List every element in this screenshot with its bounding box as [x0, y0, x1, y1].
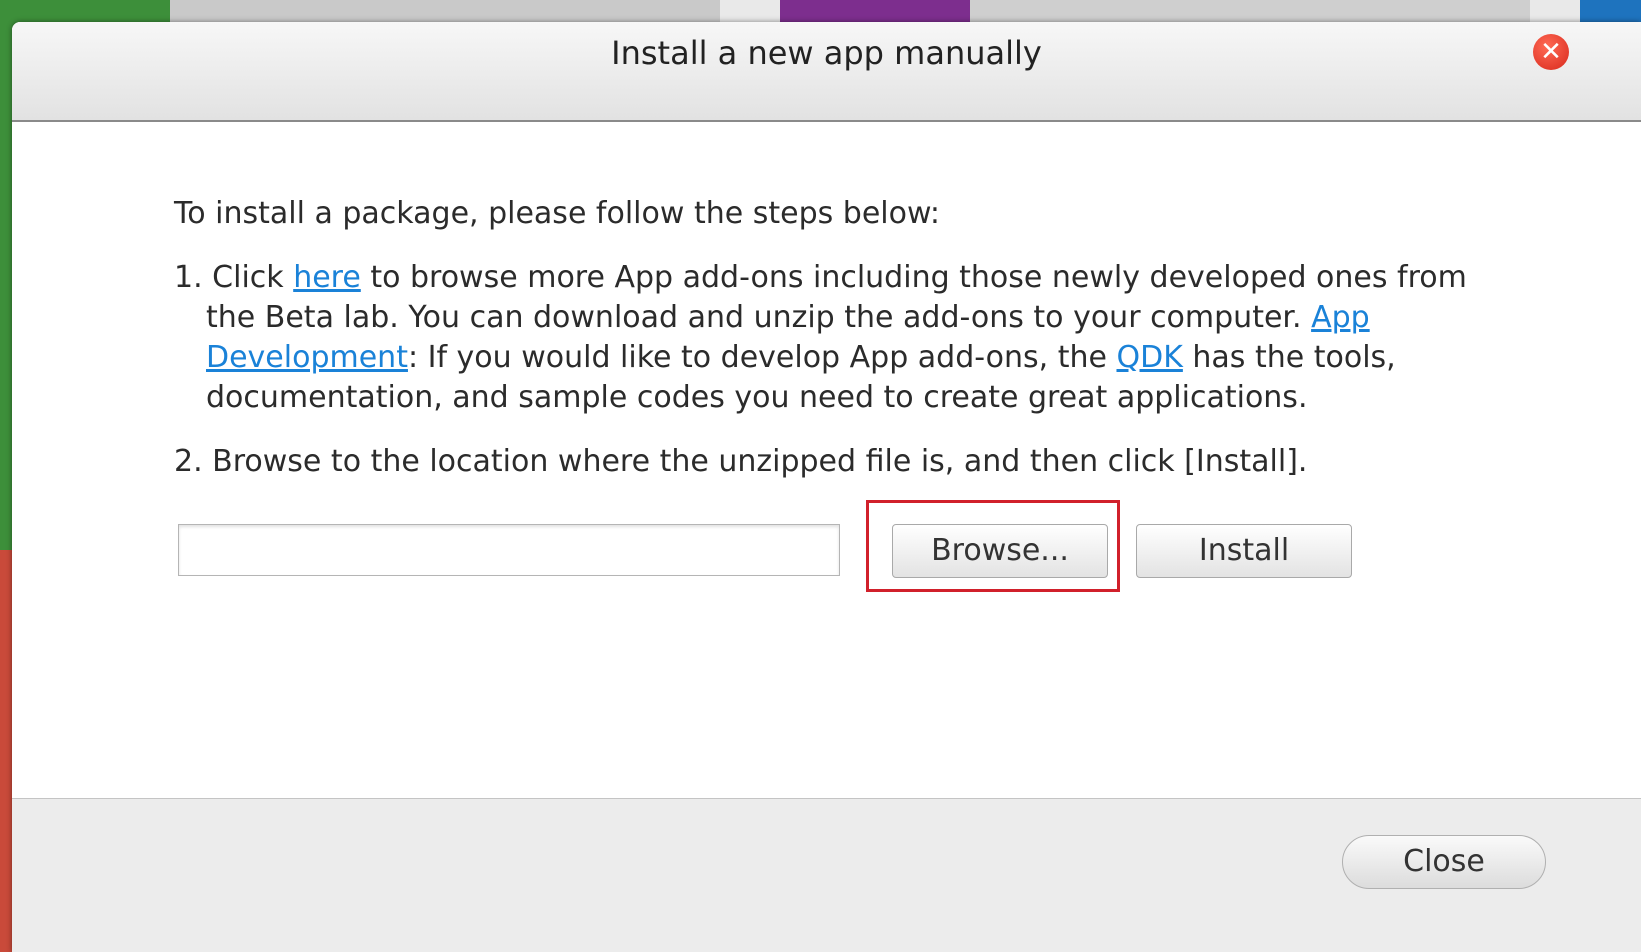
dialog-titlebar: Install a new app manually ✕	[12, 22, 1641, 122]
instructions: To install a package, please follow the …	[174, 194, 1494, 482]
step1-prefix: 1. Click	[174, 260, 294, 295]
file-path-input[interactable]	[178, 524, 840, 576]
install-button[interactable]: Install	[1136, 524, 1352, 578]
here-link[interactable]: here	[293, 260, 361, 295]
step1-text-b: : If you would like to develop App add-o…	[407, 340, 1117, 375]
instructions-step-1: 1. Click here to browse more App add-ons…	[174, 258, 1494, 418]
dialog-footer: Close	[12, 798, 1641, 952]
qdk-link[interactable]: QDK	[1116, 340, 1182, 375]
browse-button[interactable]: Browse...	[892, 524, 1108, 578]
dialog-title: Install a new app manually	[611, 34, 1042, 72]
step1-text-a: to browse more App add-ons including tho…	[206, 260, 1467, 335]
install-app-dialog: Install a new app manually ✕ To install …	[12, 22, 1641, 952]
close-button[interactable]: Close	[1342, 835, 1546, 889]
instructions-intro: To install a package, please follow the …	[174, 196, 940, 231]
instructions-step-2: 2. Browse to the location where the unzi…	[174, 444, 1308, 479]
close-x-icon[interactable]: ✕	[1533, 34, 1569, 70]
